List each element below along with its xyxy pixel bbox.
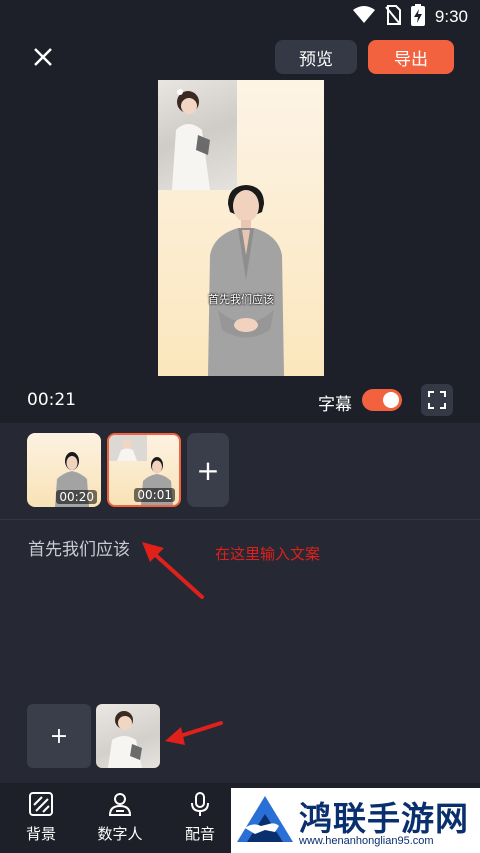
editor-panel: 00:20 00:01 + 首先我们应该 在这里输入文案 + [0,423,480,783]
clip-duration: 00:20 [56,490,97,504]
top-bar: 预览 导出 [0,34,480,80]
status-bar: 9:30 [0,0,480,34]
nav-item-digital-human[interactable]: 数字人 [85,789,155,849]
subtitle-toggle[interactable] [362,389,402,411]
divider [0,519,480,520]
nav-label: 数字人 [97,825,143,843]
annotation-text: 在这里输入文案 [215,545,321,563]
add-clip-button[interactable]: + [187,433,229,507]
battery-charging-icon [410,4,425,30]
background-icon [26,789,56,819]
nav-item-background[interactable]: 背景 [6,789,76,849]
status-time: 9:30 [434,7,468,26]
annotation-arrow-icon [142,542,204,599]
add-avatar-button[interactable]: + [27,704,91,768]
watermark-url: www.henanhonglian95.com [299,835,434,847]
fullscreen-icon [428,391,446,409]
microphone-icon [185,789,215,819]
close-button[interactable] [28,42,58,72]
avatar-thumbnail[interactable] [96,704,160,768]
playback-controls: 00:21 字幕 [0,384,480,416]
preview-button[interactable]: 预览 [275,40,357,74]
subtitle-overlay: 首先我们应该 [208,293,274,306]
nav-label: 背景 [25,825,56,843]
clip-thumbnail-selected[interactable]: 00:01 [107,433,181,507]
fullscreen-button[interactable] [421,384,453,416]
nav-item-voiceover[interactable]: 配音 [165,789,235,849]
subtitle-label: 字幕 [318,395,352,415]
wifi-icon [352,6,375,28]
digital-human-icon [105,789,135,819]
no-sim-icon [385,5,401,29]
avatar-arrow-icon [165,721,223,745]
toggle-knob [383,392,399,408]
watermark-title: 鸿联手游网 [299,799,469,838]
current-time: 00:21 [27,390,76,410]
video-preview[interactable]: 首先我们应该 [158,80,324,376]
avatar-portrait-image [108,711,142,768]
watermark: 鸿联手游网 www.henanhonglian95.com [231,788,480,853]
bull-logo-icon [237,796,293,842]
nav-label: 配音 [184,825,215,843]
clip-thumbnail[interactable]: 00:20 [27,433,101,507]
close-icon [34,48,52,66]
script-input[interactable]: 首先我们应该 [28,535,130,560]
clip-duration: 00:01 [134,488,175,502]
presenter-figure-image [208,185,284,376]
export-button[interactable]: 导出 [368,40,454,74]
